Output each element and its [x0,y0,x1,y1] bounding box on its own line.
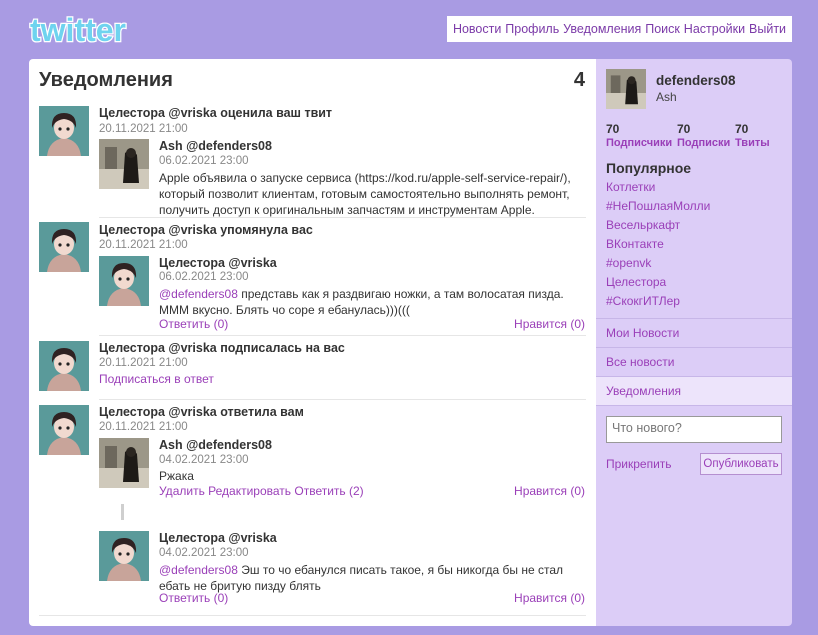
notification-date: 20.11.2021 21:00 [99,357,188,369]
menu-notifications[interactable]: Уведомления [596,376,792,405]
follow-back-button[interactable]: Подписаться в ответ [99,372,214,386]
post-date: 06.02.2021 23:00 [159,271,249,283]
post-text: Ржака [159,469,194,483]
sidebar: defenders08 Ash 70 Подписчики 70 Подписк… [596,59,792,626]
reply-date: 04.02.2021 23:00 [159,547,249,559]
post-author[interactable]: Ash @defenders08 [159,438,272,452]
avatar-celestora[interactable] [39,106,89,156]
tweets-count: 70 [735,122,749,136]
profile-display-name: Ash [656,90,677,104]
follow-back-container: Подписаться в ответ [99,372,214,386]
followers-link[interactable]: Подписчики [606,137,672,149]
like-button[interactable]: Нравится (0) [514,484,585,498]
nav-search[interactable]: Поиск [645,22,680,36]
popular-title: Популярное [606,160,692,176]
tweets-link[interactable]: Твиты [735,137,770,149]
reply-text: @defenders08 Эш то чо ебанулся писать та… [159,562,589,594]
avatar-celestora[interactable] [39,405,89,455]
profile-username[interactable]: defenders08 [656,73,736,88]
nav-news[interactable]: Новости [453,22,501,36]
reply-actions: Ответить (0) [159,591,228,605]
notification-headline: Целестора @vriska оценила ваш твит [99,106,333,120]
divider [39,615,586,616]
post-author[interactable]: Целестора @vriska [159,256,277,270]
trend-item[interactable]: Целестора [606,275,666,289]
followers-count: 70 [606,122,620,136]
menu-all-news[interactable]: Все новости [596,347,792,376]
post-text: Apple объявила о запуске сервиса (https:… [159,171,571,217]
divider [596,405,792,406]
trend-item[interactable]: ВКонтакте [606,237,664,251]
avatar-celestora[interactable] [99,531,149,581]
notification-date: 20.11.2021 21:00 [99,123,188,135]
reply-button[interactable]: Ответить (0) [159,317,228,331]
avatar-celestora[interactable] [39,341,89,391]
notification-count: 4 [573,69,585,91]
trend-item[interactable]: Весельркафт [606,218,680,232]
twitter-logo[interactable]: twitter [28,13,136,47]
nav-notifications[interactable]: Уведомления [563,22,641,36]
attach-link[interactable]: Прикрепить [606,457,672,471]
post-date: 04.02.2021 23:00 [159,454,249,466]
like-button[interactable]: Нравится (0) [514,317,585,331]
notification-date: 20.11.2021 21:00 [99,421,188,433]
notification-headline: Целестора @vriska подписалась на вас [99,341,345,355]
trend-item[interactable]: Котлетки [606,180,655,194]
nav-logout[interactable]: Выйти [749,22,786,36]
post-text: @defenders08 представь как я раздвигаю н… [159,286,589,318]
divider [99,217,586,218]
avatar-celestora[interactable] [99,256,149,306]
notification-date: 20.11.2021 21:00 [99,239,188,251]
avatar-ash[interactable] [99,139,149,189]
trend-item[interactable]: #СкокгИТЛер [606,294,680,308]
divider [99,399,586,400]
mention-link[interactable]: @defenders08 [159,287,238,301]
reply-author[interactable]: Целестора @vriska [159,531,277,545]
logo-text: twitter [30,13,126,47]
compose-input[interactable] [606,416,782,443]
mention-link[interactable]: @defenders08 [159,563,238,577]
page-title: Уведомления [39,69,173,91]
reply-button[interactable]: Ответить (0) [159,591,228,605]
post-action-links[interactable]: Удалить Редактировать Ответить (2) [159,484,364,498]
post-actions: Удалить Редактировать Ответить (2) [159,484,364,498]
notification-headline: Целестора @vriska упомянула вас [99,223,313,237]
profile-avatar[interactable] [606,69,646,109]
avatar-celestora[interactable] [39,222,89,272]
menu-my-news[interactable]: Мои Новости [596,318,792,347]
nav-settings[interactable]: Настройки [684,22,745,36]
avatar-ash[interactable] [99,438,149,488]
thread-connector [121,504,124,520]
post-date: 06.02.2021 23:00 [159,155,249,167]
notification-headline: Целестора @vriska ответила вам [99,405,304,419]
following-count: 70 [677,122,691,136]
like-button[interactable]: Нравится (0) [514,591,585,605]
top-navigation: Новости Профиль Уведомления Поиск Настро… [447,16,792,42]
trend-item[interactable]: #НеПошлаяМолли [606,199,710,213]
post-author[interactable]: Ash @defenders08 [159,139,272,153]
divider [99,335,586,336]
publish-button[interactable]: Опубликовать [700,453,782,475]
nav-profile[interactable]: Профиль [505,22,559,36]
trend-item[interactable]: #openvk [606,256,651,270]
post-actions: Ответить (0) [159,317,228,331]
notifications-panel: Уведомления 4 Целестора @vriska оценила … [29,59,596,626]
following-link[interactable]: Подписки [677,137,730,149]
